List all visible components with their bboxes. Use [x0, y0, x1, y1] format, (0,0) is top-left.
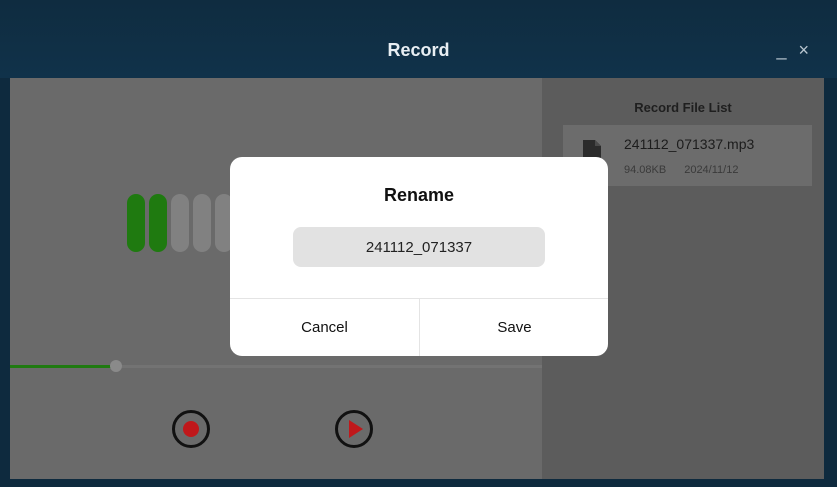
level-bar: [127, 194, 145, 252]
file-meta: 94.08KB 2024/11/12: [624, 164, 738, 176]
file-list-title: Record File List: [634, 100, 732, 115]
play-button[interactable]: [335, 410, 373, 448]
cancel-button[interactable]: Cancel: [230, 299, 419, 356]
record-icon: [183, 421, 199, 437]
playback-progress-fill: [10, 365, 117, 368]
rename-dialog: Rename Cancel Save: [230, 157, 608, 356]
level-meter: [127, 194, 233, 252]
rename-input[interactable]: [293, 227, 545, 267]
close-button[interactable]: ×: [798, 40, 809, 60]
file-name: 241112_071337.mp3: [624, 136, 755, 152]
file-date: 2024/11/12: [684, 164, 739, 176]
file-size: 94.08KB: [624, 164, 667, 176]
level-bar: [171, 194, 189, 252]
title-bar: Record _ ×: [0, 0, 837, 78]
minimize-button[interactable]: _: [776, 40, 786, 60]
save-button[interactable]: Save: [420, 299, 608, 356]
level-bar: [193, 194, 211, 252]
play-icon: [349, 420, 363, 438]
level-bar: [149, 194, 167, 252]
window-controls: _ ×: [776, 40, 809, 60]
playback-progress-track[interactable]: [10, 360, 542, 372]
window-title: Record: [387, 40, 450, 60]
dialog-title: Rename: [383, 185, 455, 205]
record-button[interactable]: [172, 410, 210, 448]
progress-handle[interactable]: [110, 360, 123, 372]
